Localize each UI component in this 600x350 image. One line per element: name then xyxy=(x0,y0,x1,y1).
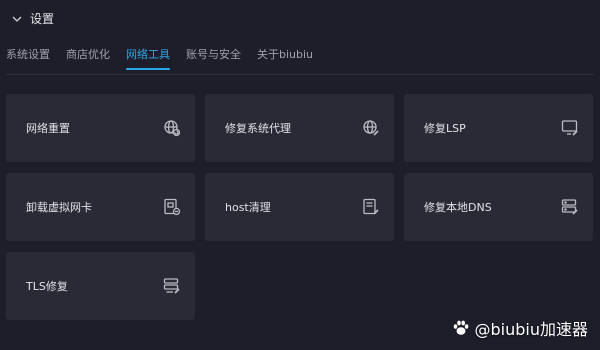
server-wrench-icon xyxy=(561,198,579,216)
card-fix-local-dns[interactable]: 修复本地DNS xyxy=(404,173,593,241)
server-document-icon xyxy=(163,277,181,295)
network-card-remove-icon xyxy=(163,198,181,216)
paw-icon xyxy=(451,318,471,338)
globe-refresh-icon xyxy=(163,119,181,137)
divider xyxy=(6,74,594,75)
card-host-cleanup[interactable]: host清理 xyxy=(205,173,394,241)
tab-account-security[interactable]: 账号与安全 xyxy=(186,46,241,68)
tab-store-optimization[interactable]: 商店优化 xyxy=(66,46,110,68)
card-label: TLS修复 xyxy=(26,280,68,293)
watermark: @biubiu加速器 xyxy=(451,316,589,340)
settings-header[interactable]: 设置 xyxy=(10,10,54,27)
card-label: 修复LSP xyxy=(424,122,466,135)
tab-network-tools[interactable]: 网络工具 xyxy=(126,46,170,70)
tool-grid: 网络重置 修复系统代理 修复LSP 卸载虚拟网卡 host清理 修复本地DNS … xyxy=(6,94,594,320)
watermark-text: @biubiu加速器 xyxy=(474,320,589,339)
card-label: 修复本地DNS xyxy=(424,201,492,214)
settings-title: 设置 xyxy=(30,12,55,26)
tab-system-settings[interactable]: 系统设置 xyxy=(6,46,50,68)
card-fix-system-proxy[interactable]: 修复系统代理 xyxy=(205,94,394,162)
card-fix-lsp[interactable]: 修复LSP xyxy=(404,94,593,162)
monitor-wrench-icon xyxy=(561,119,579,137)
card-uninstall-virtual-nic[interactable]: 卸载虚拟网卡 xyxy=(6,173,195,241)
tab-about[interactable]: 关于biubiu xyxy=(257,46,313,68)
card-label: 网络重置 xyxy=(26,122,70,135)
document-broom-icon xyxy=(362,198,380,216)
card-tls-repair[interactable]: TLS修复 xyxy=(6,252,195,320)
card-label: 卸载虚拟网卡 xyxy=(26,201,92,214)
card-label: host清理 xyxy=(225,201,271,214)
card-network-reset[interactable]: 网络重置 xyxy=(6,94,195,162)
card-label: 修复系统代理 xyxy=(225,122,291,135)
tab-bar: 系统设置 商店优化 网络工具 账号与安全 关于biubiu xyxy=(6,46,313,70)
globe-wrench-icon xyxy=(362,119,380,137)
chevron-down-icon[interactable] xyxy=(10,12,24,26)
